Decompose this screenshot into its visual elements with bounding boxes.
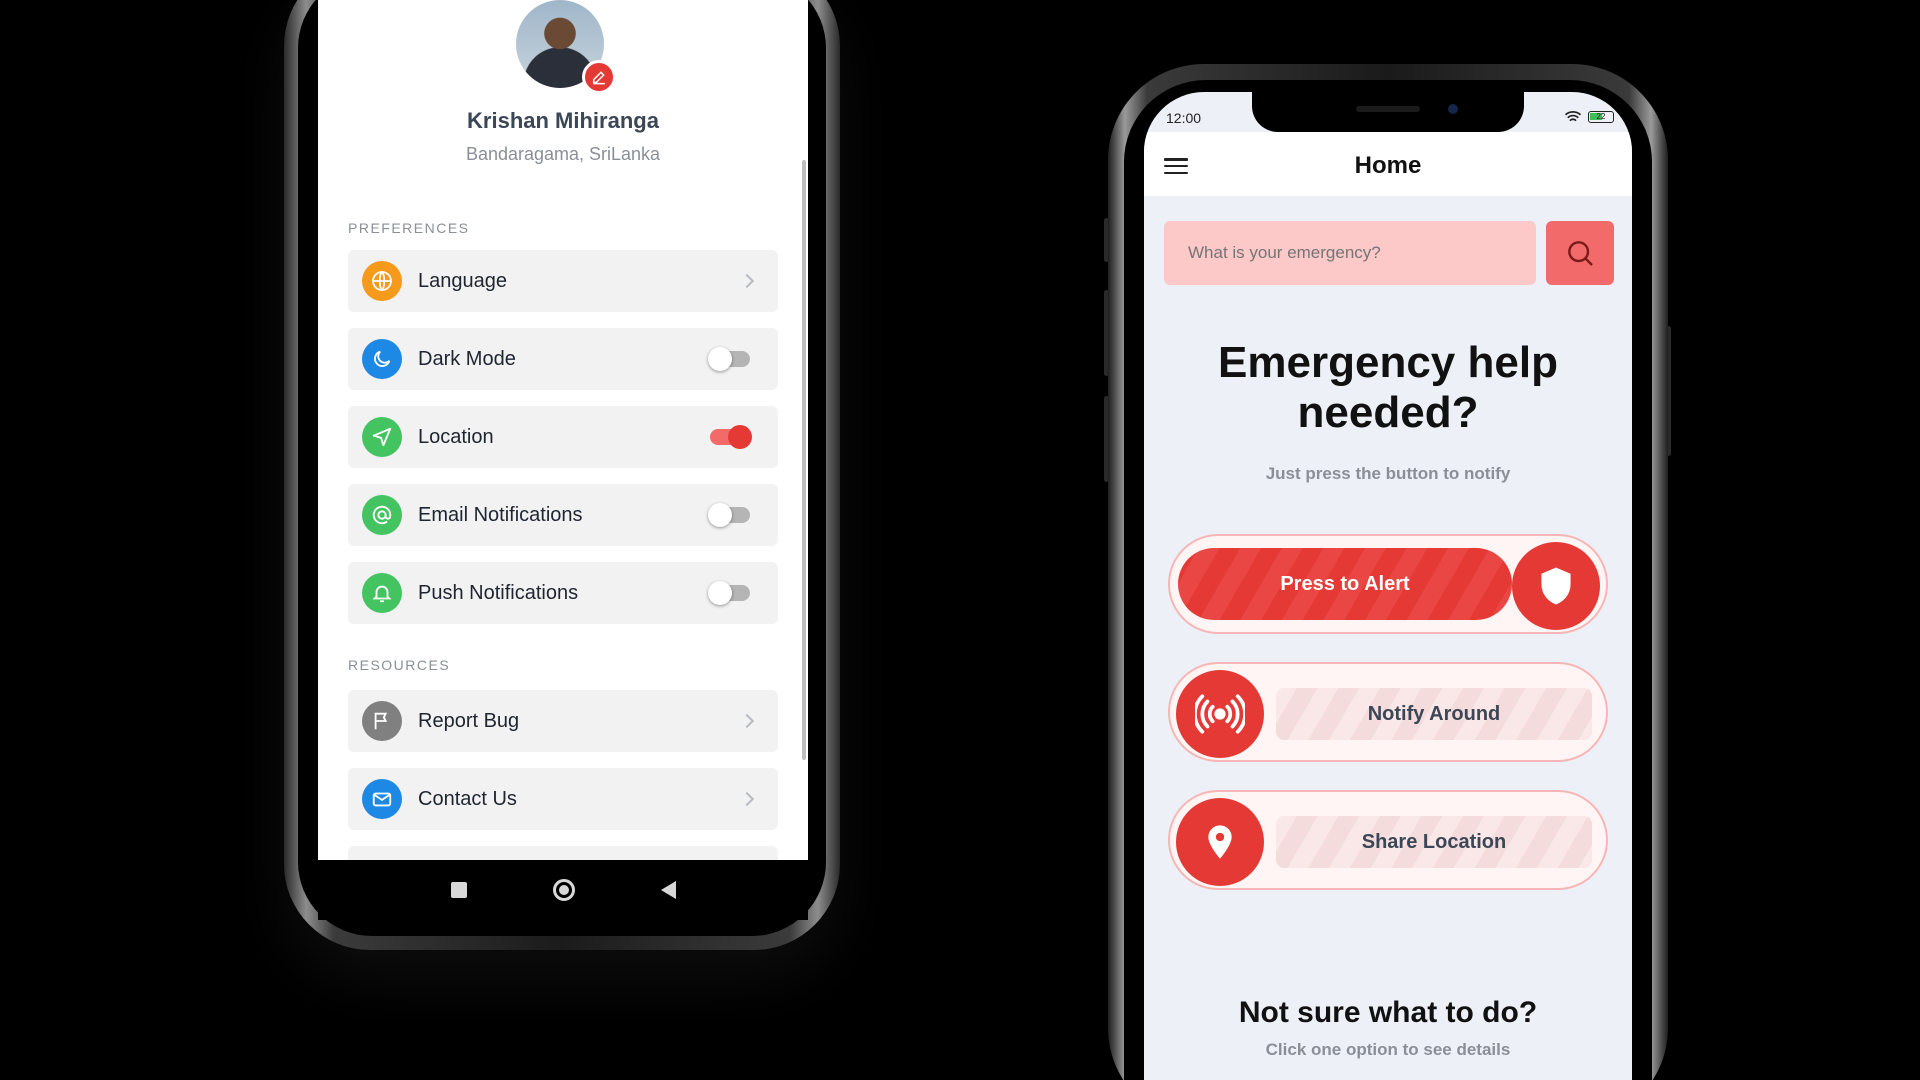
broadcast-icon [1195,694,1245,734]
notify-around-button[interactable] [1176,670,1264,758]
chevron-right-icon [739,273,755,289]
shield-icon [1541,567,1571,605]
email-notifications-toggle[interactable] [708,503,750,527]
globe-icon [362,261,402,301]
preference-item-label: Language [418,269,507,292]
chevron-right-icon [739,791,755,807]
hero-subtitle: Just press the button to notify [1265,464,1511,483]
flag-icon [362,701,402,741]
notify-around-label[interactable]: Notify Around [1276,688,1592,740]
chevron-right-icon [739,713,755,729]
stage: Krishan Mihiranga Bandaragama, SriLanka … [0,0,1920,1080]
share-location-control: Share Location [1168,790,1608,890]
shield-button[interactable] [1512,542,1600,630]
resource-item-label: Contact Us [418,787,517,810]
resource-item-label: Report Bug [418,709,520,732]
profile-location: Bandaragama, SriLanka [465,144,661,164]
preference-item-label: Location [418,425,494,448]
moon-icon [362,339,402,379]
preference-item-email-notifications: Email Notifications [348,484,778,546]
notify-around-control: Notify Around [1168,662,1608,762]
preference-item-label: Email Notifications [418,503,583,526]
share-location-button[interactable] [1176,798,1264,886]
right-phone-frame: 12:00 22 Home Emergency help needed? Jus… [1108,64,1668,1080]
app-header: Home [1144,132,1632,196]
at-sign-icon [362,495,402,535]
preference-item-push-notifications: Push Notifications [348,562,778,624]
left-phone-frame: Krishan Mihiranga Bandaragama, SriLanka … [284,0,840,950]
help-section-title: Not sure what to do? [1238,996,1538,1029]
notch [1252,92,1524,132]
share-location-label[interactable]: Share Location [1276,816,1592,868]
location-toggle[interactable] [710,425,752,449]
scrollbar[interactable] [802,160,806,760]
dark-mode-toggle[interactable] [708,347,750,371]
front-camera [1448,104,1458,114]
page-title: Home [1354,152,1422,179]
search-icon [1568,241,1593,266]
status-icons: 22 [1564,110,1614,124]
home-nav-button[interactable] [552,879,575,901]
navigation-icon [362,417,402,457]
resource-item-contact-us[interactable]: Contact Us [348,768,778,830]
battery-level: 22 [1596,112,1606,121]
preferences-section-label: PREFERENCES [348,220,470,236]
status-time: 12:00 [1166,110,1202,126]
preference-item-label: Push Notifications [418,581,579,604]
settings-screen: Krishan Mihiranga Bandaragama, SriLanka … [318,0,808,860]
android-nav-bar [318,860,808,920]
preference-item-location: Location [348,406,778,468]
emergency-search-input[interactable] [1164,221,1536,285]
preference-item-dark-mode: Dark Mode [348,328,778,390]
edit-profile-button[interactable] [582,60,616,94]
press-to-alert-button[interactable]: Press to Alert [1178,548,1512,620]
speaker [1356,106,1420,112]
recents-button[interactable] [450,882,467,898]
back-button[interactable] [660,881,676,899]
hero-title: Emergency help needed? [1218,338,1558,437]
resource-item-report-bug[interactable]: Report Bug [348,690,778,752]
resources-section-label: RESOURCES [348,657,451,673]
press-to-alert-control: Press to Alert [1168,534,1608,634]
help-section-subtitle: Click one option to see details [1265,1040,1511,1059]
map-pin-icon [1208,825,1232,859]
bell-icon [362,573,402,613]
profile-name: Krishan Mihiranga [467,108,659,133]
resource-item-partial[interactable] [348,846,778,860]
wifi-icon [1564,111,1582,122]
preference-item-language[interactable]: Language [348,250,778,312]
pencil-icon [592,71,606,85]
home-screen: 12:00 22 Home Emergency help needed? Jus… [1144,92,1632,1080]
mail-icon [362,779,402,819]
battery-icon: 22 [1588,111,1614,123]
preference-item-label: Dark Mode [418,347,516,370]
search-button[interactable] [1546,221,1614,285]
push-notifications-toggle[interactable] [708,581,750,605]
